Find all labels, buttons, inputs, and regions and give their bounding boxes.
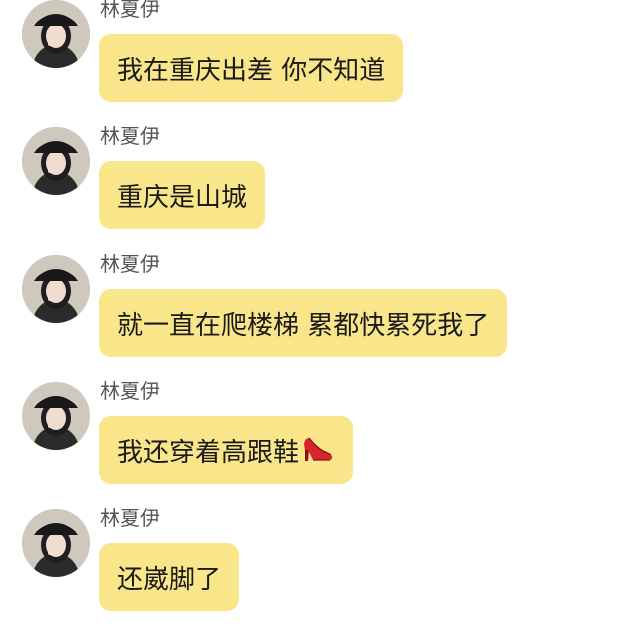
avatar[interactable] xyxy=(22,255,90,323)
message-text: 我在重庆出差 你不知道 xyxy=(117,55,386,86)
message-text: 就一直在爬楼梯 累都快累死我了 xyxy=(117,310,490,341)
message-bubble[interactable]: 还崴脚了 xyxy=(99,543,240,611)
chat-message: 林夏伊 就一直在爬楼梯 累都快累死我了 xyxy=(0,252,640,375)
avatar[interactable] xyxy=(22,509,90,577)
sender-name: 林夏伊 xyxy=(100,506,160,530)
sender-name: 林夏伊 xyxy=(100,252,160,276)
chat-message: 林夏伊 重庆是山城 xyxy=(0,124,640,247)
message-bubble[interactable]: 我还穿着高跟鞋 xyxy=(99,416,354,484)
message-bubble[interactable]: 重庆是山城 xyxy=(99,161,266,229)
sender-name: 林夏伊 xyxy=(100,379,160,403)
avatar[interactable] xyxy=(22,382,90,450)
sender-name: 林夏伊 xyxy=(100,0,160,21)
chat-message: 林夏伊 还崴脚了 xyxy=(0,506,640,629)
message-bubble[interactable]: 我在重庆出差 你不知道 xyxy=(99,34,404,102)
avatar[interactable] xyxy=(22,0,90,68)
sender-name: 林夏伊 xyxy=(100,124,160,148)
message-bubble[interactable]: 就一直在爬楼梯 累都快累死我了 xyxy=(99,289,508,357)
high-heel-shoe-icon xyxy=(301,430,335,471)
chat-message: 林夏伊 我还穿着高跟鞋 xyxy=(0,379,640,502)
message-text: 我还穿着高跟鞋 xyxy=(117,437,300,468)
chat-conversation: 林夏伊 我在重庆出差 你不知道 林夏伊 重庆是山城 林夏伊 就一直在爬楼梯 累都… xyxy=(0,0,640,624)
chat-message: 林夏伊 我在重庆出差 你不知道 xyxy=(0,0,640,120)
message-text: 重庆是山城 xyxy=(117,182,248,213)
message-text: 还崴脚了 xyxy=(117,564,222,595)
avatar[interactable] xyxy=(22,127,90,195)
